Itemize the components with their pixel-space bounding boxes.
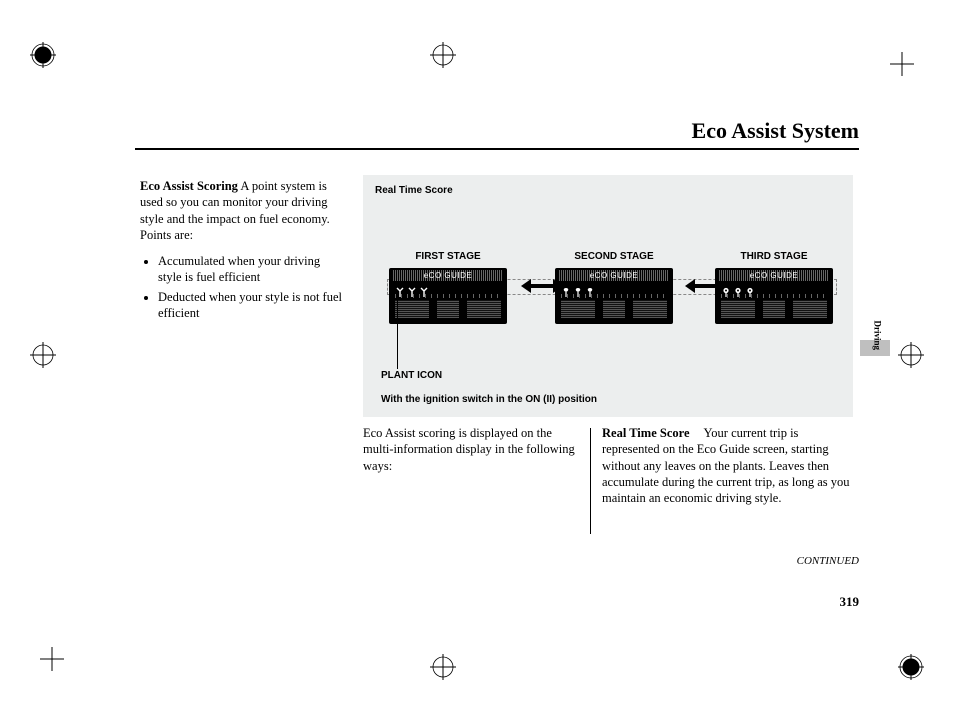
registration-mark-icon (30, 342, 56, 368)
plant-flower-icon (745, 284, 755, 294)
eco-guide-label: eCO GUIDE (719, 270, 829, 281)
plant-leaf-icon (561, 284, 571, 294)
eco-guide-display: eCO GUIDE (715, 268, 833, 324)
stage-label: FIRST STAGE (389, 251, 507, 262)
stage-third: THIRD STAGE eCO GUIDE (715, 251, 833, 324)
plant-flower-icon (721, 284, 731, 294)
registration-mark-icon (898, 654, 924, 680)
stage-label: SECOND STAGE (555, 251, 673, 262)
plant-sprout-icon (407, 284, 417, 294)
below-figure-text-left: Eco Assist scoring is displayed on the m… (363, 425, 575, 474)
registration-mark-icon (30, 42, 56, 68)
column-divider (590, 428, 591, 534)
bullet-list: Accumulated when your driving style is f… (140, 253, 345, 321)
figure-title: Real Time Score (375, 185, 453, 196)
page-title: Eco Assist System (692, 118, 859, 144)
figure-real-time-score: Real Time Score FIRST STAGE eCO GUIDE SE… (363, 175, 853, 417)
crop-mark-icon (30, 647, 64, 686)
header-rule (135, 148, 859, 150)
below-figure-text-right: Real Time ScoreYour current trip is repr… (602, 425, 854, 506)
eco-guide-display: eCO GUIDE (555, 268, 673, 324)
stage-second: SECOND STAGE eCO GUIDE (555, 251, 673, 324)
continued-label: CONTINUED (797, 555, 859, 567)
callout-line (397, 293, 398, 369)
plant-icon-label: PLANT ICON (381, 370, 442, 381)
eco-guide-display: eCO GUIDE (389, 268, 507, 324)
list-item: Accumulated when your driving style is f… (158, 253, 345, 286)
eco-guide-label: eCO GUIDE (393, 270, 503, 281)
registration-mark-icon (430, 654, 456, 680)
left-column: Eco Assist Scoring A point system is use… (140, 178, 345, 324)
side-section-label: Driving (873, 320, 883, 350)
plant-flower-icon (733, 284, 743, 294)
stage-first: FIRST STAGE eCO GUIDE (389, 251, 507, 324)
registration-mark-icon (430, 42, 456, 68)
inline-heading: Real Time Score (602, 426, 690, 440)
eco-guide-label: eCO GUIDE (559, 270, 669, 281)
figure-caption: With the ignition switch in the ON (II) … (381, 394, 597, 405)
crop-mark-icon (890, 42, 924, 81)
plant-leaf-icon (585, 284, 595, 294)
registration-mark-icon (898, 342, 924, 368)
stage-label: THIRD STAGE (715, 251, 833, 262)
section-heading: Eco Assist Scoring (140, 179, 238, 193)
plant-sprout-icon (419, 284, 429, 294)
plant-leaf-icon (573, 284, 583, 294)
page-number: 319 (840, 594, 860, 610)
list-item: Deducted when your style is not fuel eff… (158, 289, 345, 322)
